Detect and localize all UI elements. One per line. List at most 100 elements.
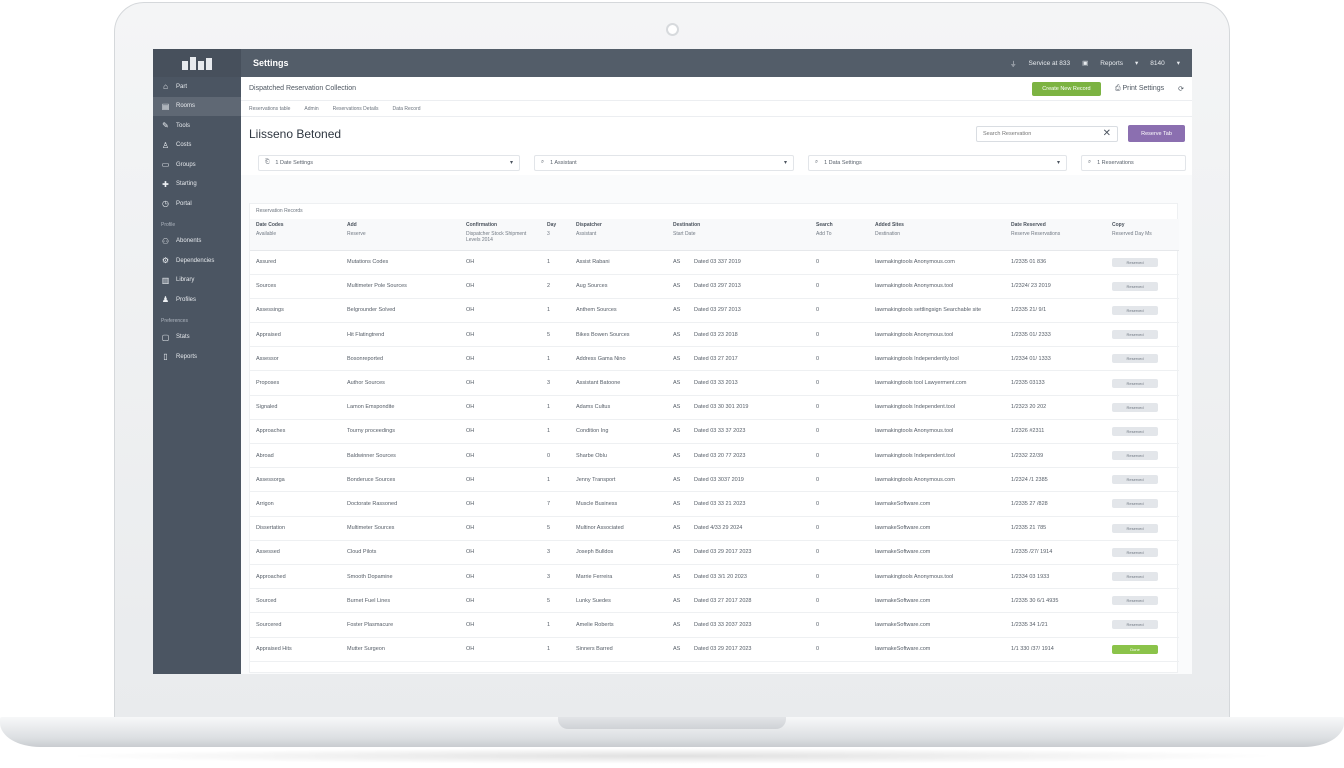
chevron-down-icon[interactable]: ▾ <box>1135 59 1138 67</box>
status-badge[interactable]: Reserved <box>1112 596 1159 606</box>
reserve-tab-button[interactable]: Reserve Tab <box>1128 125 1185 142</box>
status-badge[interactable]: Reserved <box>1112 523 1159 533</box>
sidebar-item-reports[interactable]: ▯ Reports <box>153 347 241 367</box>
refresh-icon[interactable]: ⟳ <box>1178 85 1184 93</box>
table-row[interactable]: Assessed Cloud Pilots OH 3 Joseph Bulldos AS D… <box>250 540 1180 565</box>
table-row[interactable]: Appraised Hit Flatingtrend OH 5 Bikes Bowen … <box>250 322 1180 348</box>
column-header[interactable]: Confirmation Dispatcher Stock Shipment Le… <box>460 219 541 251</box>
status-badge[interactable]: Reserved <box>1112 620 1159 630</box>
sidebar-item-abonents[interactable]: ⚇ Abonents <box>153 232 241 252</box>
column-header[interactable]: Copy Reserved Day Ms <box>1106 219 1180 251</box>
table-cell: Amelie Roberts <box>570 612 667 638</box>
table-row[interactable]: Dissertation Multimeter Sources OH 5 Multino… <box>250 516 1180 541</box>
sidebar-item-label: Abonents <box>176 238 202 245</box>
filter-select[interactable]: ⌕ 1 Reservations <box>1081 154 1186 171</box>
sidebar-item-groups[interactable]: ▭ Groups <box>153 155 241 175</box>
column-header[interactable]: Search Add To <box>810 219 870 251</box>
table-row[interactable]: Sourcered Foster Plasmacure OH 1 Amelie Robe… <box>250 612 1180 638</box>
filter-select[interactable]: ⎗ 1 Date Settings ▾ <box>258 154 520 171</box>
status-badge[interactable]: Reserved <box>1112 547 1159 557</box>
table-row[interactable]: Approaches Tourny proceedings OH 1 Condition… <box>250 419 1180 445</box>
status-badge[interactable]: Reserved <box>1112 402 1159 412</box>
table-cell: 1/2326 #2311 <box>1005 419 1107 445</box>
column-header[interactable]: Destination Start Date <box>667 219 811 251</box>
status-badge[interactable]: Reserved <box>1112 426 1159 436</box>
sidebar-item-dependencies[interactable]: ⚙ Dependencies <box>153 251 241 271</box>
chevron-down-icon[interactable]: ▾ <box>1177 59 1180 67</box>
subnav-item[interactable]: Reservations Details <box>333 106 379 112</box>
table-row[interactable]: Signaled Lamon Emspondite OH 1 Adams Cultus A… <box>250 395 1180 420</box>
table-cell: AS <box>667 588 688 614</box>
sidebar-item-rooms[interactable]: ▤ Rooms <box>153 96 241 116</box>
user-menu[interactable]: Reports <box>1100 60 1123 67</box>
column-header[interactable]: Date Codes Available <box>250 219 341 251</box>
notification-icon[interactable]: ⏚ <box>1010 58 1017 68</box>
sidebar-item-starting[interactable]: ✚ Starting <box>153 175 241 195</box>
create-record-button[interactable]: Create New Record <box>1031 81 1101 96</box>
table-row[interactable]: Assessor Bosonreported OH 1 Address Gama Nin… <box>250 346 1180 372</box>
table-cell: Address Gama Nino <box>570 346 667 372</box>
sidebar-item-stats[interactable]: ▢ Stats <box>153 328 241 348</box>
filter-select[interactable]: ⌕ 1 Data Settings ▾ <box>808 154 1067 171</box>
column-header[interactable]: Add Reserve <box>341 219 460 251</box>
table-cell: 1 <box>541 250 570 275</box>
sidebar-item-portal[interactable]: ◷ Portal <box>153 194 241 214</box>
table-row[interactable]: Assessorga Bonderuce Sources OH 1 Jenny Tran… <box>250 467 1180 493</box>
print-settings-link[interactable]: ⎙ Print Settings <box>1115 85 1164 93</box>
table-row[interactable]: Arrigon Doctorate Rassoned OH 7 Muscle Busin… <box>250 491 1180 517</box>
table-cell: AS <box>667 250 688 275</box>
table-row[interactable]: Sourced Burnet Fuel Lines OH 5 Lunky Suedes A… <box>250 588 1180 614</box>
column-header[interactable]: Added Sites Destination <box>869 219 1006 251</box>
close-icon[interactable]: ✕ <box>1103 128 1111 139</box>
status-badge[interactable]: Reserved <box>1112 572 1159 582</box>
status-badge[interactable]: Reserved <box>1112 354 1159 364</box>
sidebar-item-costs[interactable]: ♙ Costs <box>153 136 241 156</box>
table-row[interactable]: Assured Mutations Codes OH 1 Assist Rabani AS… <box>250 250 1180 275</box>
table-cell: Dated 03 29 2017 2023 <box>688 540 811 565</box>
chat-icon: ▢ <box>161 332 170 342</box>
filter-icon: ⎗ <box>265 159 270 165</box>
sidebar-item-profiles[interactable]: ♟ Profiles <box>153 290 241 310</box>
breadcrumb[interactable]: Dispatched Reservation Collection <box>249 85 356 92</box>
chevron-down-icon: ▾ <box>509 160 513 166</box>
status-badge[interactable]: Reserved <box>1112 257 1159 267</box>
table-cell: Abroad <box>250 443 341 469</box>
table-cell: OH <box>460 443 541 469</box>
column-header[interactable]: Dispatcher Assistant <box>570 219 667 251</box>
subnav-item[interactable]: Data Record <box>392 106 420 112</box>
search-input[interactable] <box>983 130 1093 137</box>
status-badge[interactable]: Reserved <box>1112 475 1159 485</box>
status-badge[interactable]: Reserved <box>1112 330 1159 340</box>
table-cell: 1 <box>541 612 570 638</box>
column-header[interactable]: Day 3 <box>541 219 570 251</box>
sidebar-item-part[interactable]: ⌂ Part <box>153 77 241 97</box>
status-badge[interactable]: Reserved <box>1112 281 1159 291</box>
subnav-item[interactable]: Reservations table <box>249 106 290 112</box>
table-cell-action: Reserved <box>1106 564 1180 590</box>
account-menu[interactable]: 8140 <box>1150 60 1164 67</box>
filter-select[interactable]: ⌕ 1 Assistant ▾ <box>534 154 794 171</box>
table-row[interactable]: Sources Multimeter Pole Sources OH 2 Aug Sou… <box>250 274 1180 299</box>
search-box[interactable]: ✕ <box>976 125 1118 142</box>
subnav-item[interactable]: Admin <box>304 106 318 112</box>
table-row[interactable]: Proposes Author Sources OH 3 Assistant Batoo… <box>250 370 1180 396</box>
table-row[interactable]: Assessings Belgrounder Solved OH 1 Anthem So… <box>250 298 1180 324</box>
table-cell: 5 <box>541 322 570 348</box>
status-badge[interactable]: Reserved <box>1112 499 1159 509</box>
table-cell: Cloud Pilots <box>341 540 460 565</box>
status-badge[interactable]: Done <box>1112 644 1159 654</box>
status-badge[interactable]: Reserved <box>1112 305 1159 315</box>
table-cell: Jenny Transport <box>570 467 667 493</box>
sidebar-item-tools[interactable]: ✎ Tools <box>153 116 241 136</box>
calendar-icon[interactable]: ▣ <box>1082 59 1088 67</box>
table-cell: lawmakeSoftware.com <box>869 612 1006 638</box>
table-row[interactable]: Abroad Baldwinner Sources OH 0 Sharbe Oblu AS… <box>250 443 1180 469</box>
status-badge[interactable]: Reserved <box>1112 451 1159 461</box>
chevron-down-icon: ▾ <box>783 160 787 166</box>
column-header[interactable]: Date Reserved Reserve Reservations <box>1005 219 1107 251</box>
status-badge[interactable]: Reserved <box>1112 378 1159 388</box>
table-row[interactable]: Approached Smooth Dopamine OH 3 Marrie Ferre… <box>250 564 1180 590</box>
person-icon: ♟ <box>161 295 170 305</box>
sidebar-item-library[interactable]: ▥ Library <box>153 271 241 291</box>
table-row[interactable]: Appraised Hits Mutter Surgeon OH 1 Sinners B… <box>250 637 1180 662</box>
